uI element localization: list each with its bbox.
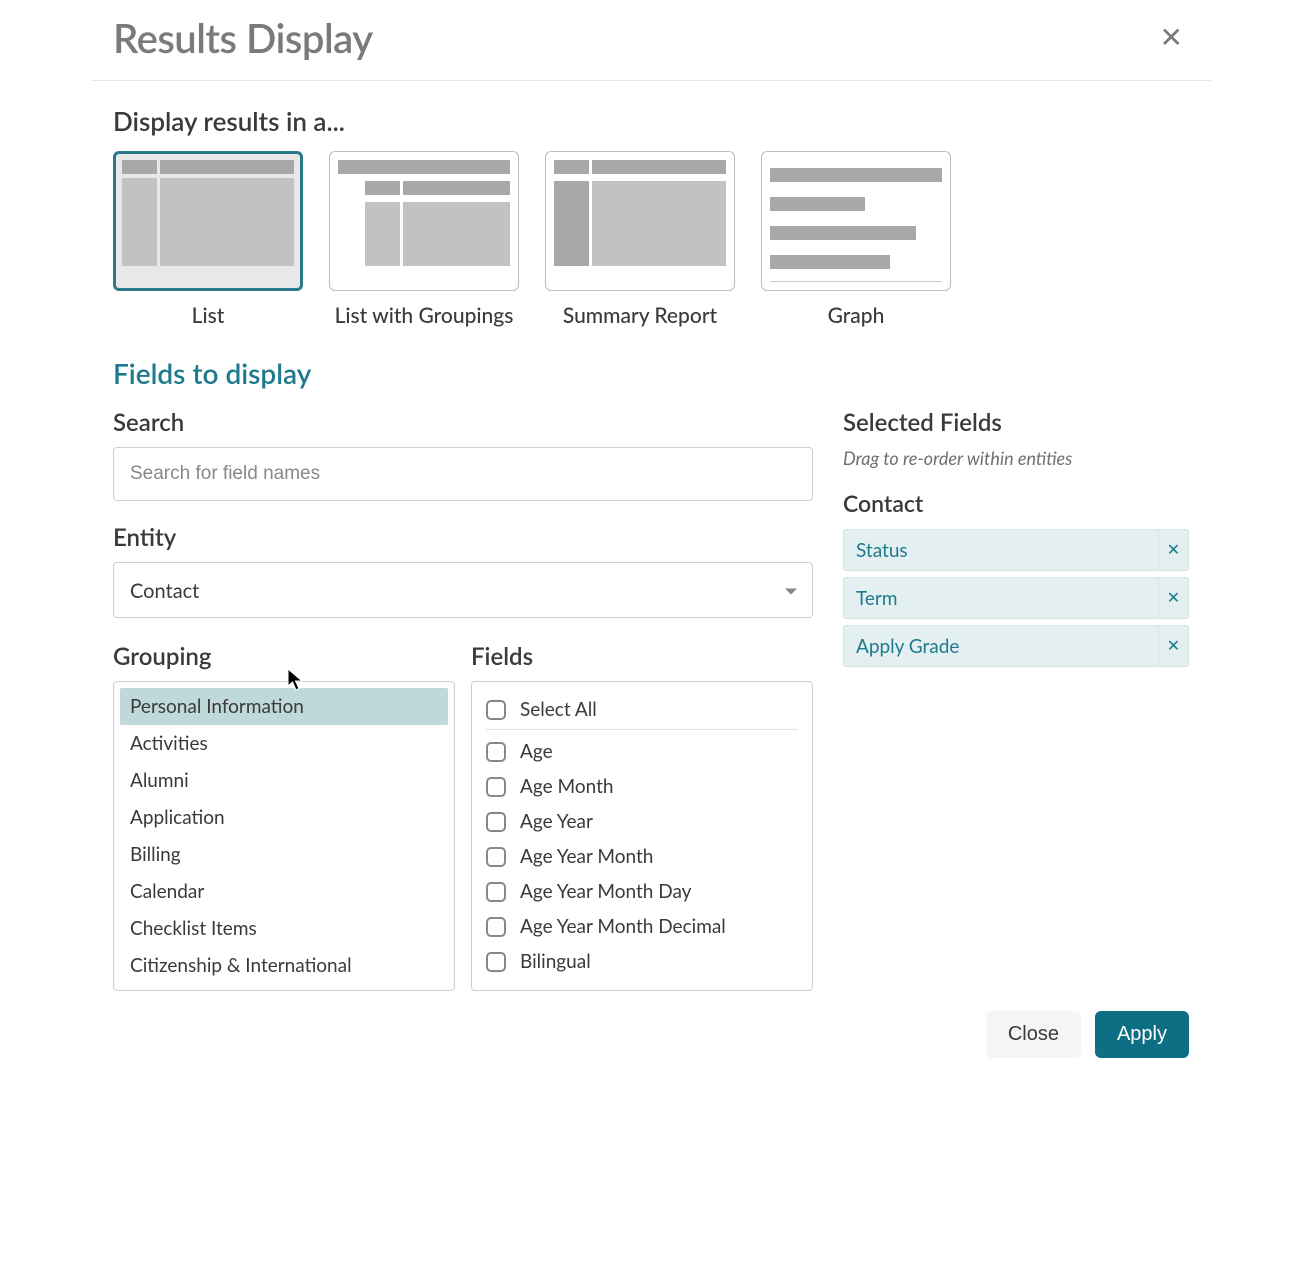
display-results-label: Display results in a... (113, 105, 1189, 137)
chip-remove-icon[interactable]: ✕ (1158, 626, 1188, 666)
chip-remove-icon[interactable]: ✕ (1158, 530, 1188, 570)
grouping-label: Grouping (113, 642, 455, 671)
field-label: Age (520, 740, 553, 763)
field-row[interactable]: Age Month (486, 769, 798, 804)
display-card-list-groupings (329, 151, 519, 291)
grouping-item[interactable]: Billing (120, 836, 448, 873)
display-option-label: List (192, 303, 225, 328)
checkbox[interactable] (486, 812, 506, 832)
grouping-item[interactable]: Personal Information (120, 688, 448, 725)
display-option-label: Graph (828, 303, 885, 328)
display-options: List List with Groupings Summary Report (113, 151, 1189, 328)
checkbox[interactable] (486, 847, 506, 867)
field-row[interactable]: Age Year Month Day (486, 874, 798, 909)
field-label: Age Year Month Day (520, 880, 691, 903)
field-row[interactable]: Age (486, 734, 798, 769)
field-label: Select All (520, 698, 597, 721)
display-option-graph[interactable]: Graph (761, 151, 951, 328)
field-label: Age Year Month (520, 845, 653, 868)
checkbox[interactable] (486, 917, 506, 937)
display-option-list[interactable]: List (113, 151, 303, 328)
checkbox[interactable] (486, 882, 506, 902)
display-card-graph (761, 151, 951, 291)
chip-label: Apply Grade (844, 635, 1158, 658)
checkbox[interactable] (486, 777, 506, 797)
selected-field-chip[interactable]: Term ✕ (843, 577, 1189, 619)
display-option-label: List with Groupings (335, 303, 514, 328)
field-label: Age Year Month Decimal (520, 915, 726, 938)
modal-header: Results Display ✕ (91, 0, 1211, 81)
search-input[interactable] (113, 447, 813, 501)
field-label: Bilingual (520, 950, 591, 973)
close-icon[interactable]: ✕ (1154, 20, 1189, 56)
search-label: Search (113, 408, 813, 437)
chip-label: Term (844, 587, 1158, 610)
grouping-item[interactable]: Citizenship & International (120, 947, 448, 984)
entity-select[interactable]: Contact (113, 562, 813, 618)
fields-to-display-title: Fields to display (113, 356, 1189, 390)
selected-fields-help: Drag to re-order within entities (843, 447, 1189, 469)
grouping-item[interactable]: Checklist Items (120, 910, 448, 947)
grouping-item[interactable]: Alumni (120, 762, 448, 799)
field-row[interactable]: Age Year Month Decimal (486, 909, 798, 944)
field-row[interactable]: Age Year Month (486, 839, 798, 874)
chip-remove-icon[interactable]: ✕ (1158, 578, 1188, 618)
modal-footer: Close Apply (91, 991, 1211, 1080)
field-label: Age Year (520, 810, 593, 833)
field-row-select-all[interactable]: Select All (486, 692, 798, 727)
chip-label: Status (844, 539, 1158, 562)
selected-entity-label: Contact (843, 489, 1189, 517)
fields-list[interactable]: Select All Age Age Month (471, 681, 813, 991)
entity-label: Entity (113, 523, 813, 552)
display-card-summary (545, 151, 735, 291)
grouping-item[interactable]: Application (120, 799, 448, 836)
results-display-modal: Results Display ✕ Display results in a..… (91, 0, 1211, 1080)
modal-title: Results Display (113, 14, 373, 62)
selected-field-chip[interactable]: Apply Grade ✕ (843, 625, 1189, 667)
grouping-item[interactable]: Activities (120, 725, 448, 762)
display-option-label: Summary Report (563, 303, 717, 328)
fields-left-column: Search Entity Contact Grouping Personal … (113, 408, 813, 991)
apply-button[interactable]: Apply (1095, 1011, 1189, 1058)
field-row[interactable]: Bilingual (486, 944, 798, 979)
checkbox[interactable] (486, 700, 506, 720)
display-option-summary[interactable]: Summary Report (545, 151, 735, 328)
display-option-list-groupings[interactable]: List with Groupings (329, 151, 519, 328)
fields-label: Fields (471, 642, 813, 671)
grouping-list[interactable]: Personal Information Activities Alumni A… (113, 681, 455, 991)
checkbox[interactable] (486, 742, 506, 762)
selected-fields-column: Selected Fields Drag to re-order within … (843, 408, 1189, 991)
selected-field-chip[interactable]: Status ✕ (843, 529, 1189, 571)
modal-body: Display results in a... List List with G… (91, 81, 1211, 991)
checkbox[interactable] (486, 952, 506, 972)
field-label: Age Month (520, 775, 614, 798)
display-card-list (113, 151, 303, 291)
fields-columns: Search Entity Contact Grouping Personal … (113, 408, 1189, 991)
selected-fields-title: Selected Fields (843, 408, 1189, 437)
field-row[interactable]: Age Year (486, 804, 798, 839)
close-button[interactable]: Close (986, 1011, 1081, 1058)
grouping-item[interactable]: Calendar (120, 873, 448, 910)
